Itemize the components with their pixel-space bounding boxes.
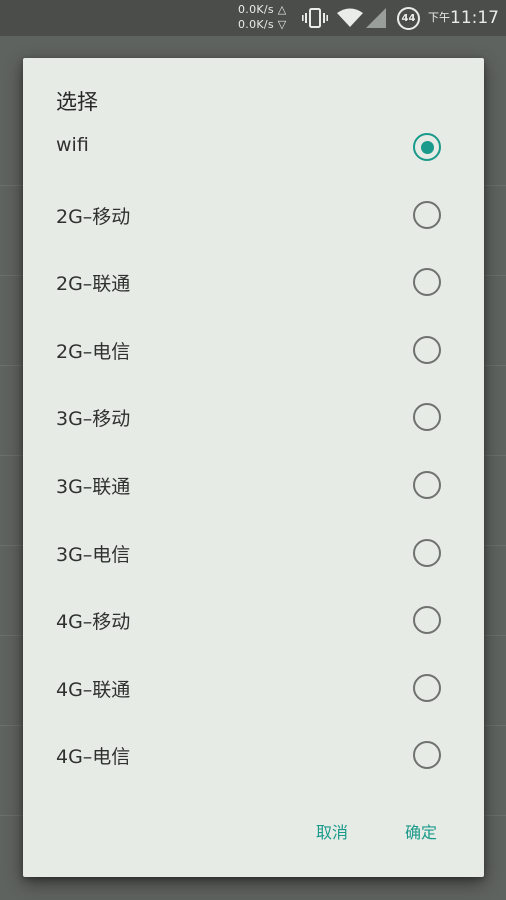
option-wifi[interactable]: wifi xyxy=(23,112,484,180)
option-label: 3G–移动 xyxy=(56,408,131,431)
clock: 下午11:17 xyxy=(428,8,499,28)
status-bar: 0.0K/s △ 0.0K/s ▽ 44 下午11:17 xyxy=(0,0,506,36)
wifi-icon xyxy=(337,8,363,27)
radio-unchecked-icon[interactable] xyxy=(413,403,441,432)
download-speed: 0.0K/s ▽ xyxy=(238,18,287,31)
option-3g-telecom[interactable]: 3G–电信 xyxy=(23,518,484,586)
radio-unchecked-icon[interactable] xyxy=(413,470,441,499)
upload-speed: 0.0K/s △ xyxy=(238,3,287,16)
option-label: 4G–电信 xyxy=(56,746,131,769)
network-speed: 0.0K/s △ 0.0K/s ▽ xyxy=(238,2,287,32)
radio-unchecked-icon[interactable] xyxy=(413,335,441,364)
clock-time: 11:17 xyxy=(450,8,499,28)
option-3g-unicom[interactable]: 3G–联通 xyxy=(23,450,484,518)
option-2g-mobile[interactable]: 2G–移动 xyxy=(23,180,484,248)
option-4g-mobile[interactable]: 4G–移动 xyxy=(23,585,484,653)
radio-unchecked-icon[interactable] xyxy=(413,741,441,770)
radio-dot xyxy=(420,140,434,154)
option-4g-unicom[interactable]: 4G–联通 xyxy=(23,653,484,721)
dialog-actions: 取消 确定 xyxy=(23,819,484,843)
option-label: 2G–联通 xyxy=(56,273,131,296)
ok-button[interactable]: 确定 xyxy=(405,819,437,843)
radio-unchecked-icon[interactable] xyxy=(413,673,441,702)
option-4g-telecom[interactable]: 4G–电信 xyxy=(23,720,484,788)
option-2g-telecom[interactable]: 2G–电信 xyxy=(23,315,484,383)
option-label: 3G–联通 xyxy=(56,475,131,498)
radio-checked-icon[interactable] xyxy=(413,133,441,161)
option-label: 3G–电信 xyxy=(56,543,131,566)
option-list: wifi 2G–移动 2G–联通 2G–电信 3G–移动 3G–联通 3G–电信 xyxy=(23,112,484,788)
radio-unchecked-icon[interactable] xyxy=(413,200,441,229)
battery-level: 44 xyxy=(401,13,416,24)
signal-icon xyxy=(366,8,386,28)
cancel-button[interactable]: 取消 xyxy=(316,819,348,843)
radio-unchecked-icon[interactable] xyxy=(413,538,441,567)
battery-icon: 44 xyxy=(397,7,420,30)
network-select-dialog: 选择 wifi 2G–移动 2G–联通 2G–电信 3G–移动 3G–联通 3G… xyxy=(23,58,484,877)
option-label: 4G–移动 xyxy=(56,611,131,634)
vibrate-icon xyxy=(302,8,328,28)
option-label: wifi xyxy=(56,134,89,156)
option-2g-unicom[interactable]: 2G–联通 xyxy=(23,247,484,315)
radio-unchecked-icon[interactable] xyxy=(413,606,441,635)
radio-unchecked-icon[interactable] xyxy=(413,268,441,297)
option-3g-mobile[interactable]: 3G–移动 xyxy=(23,382,484,450)
clock-ampm: 下午 xyxy=(428,11,450,24)
option-label: 2G–移动 xyxy=(56,205,131,228)
option-label: 4G–联通 xyxy=(56,678,131,701)
option-label: 2G–电信 xyxy=(56,340,131,363)
